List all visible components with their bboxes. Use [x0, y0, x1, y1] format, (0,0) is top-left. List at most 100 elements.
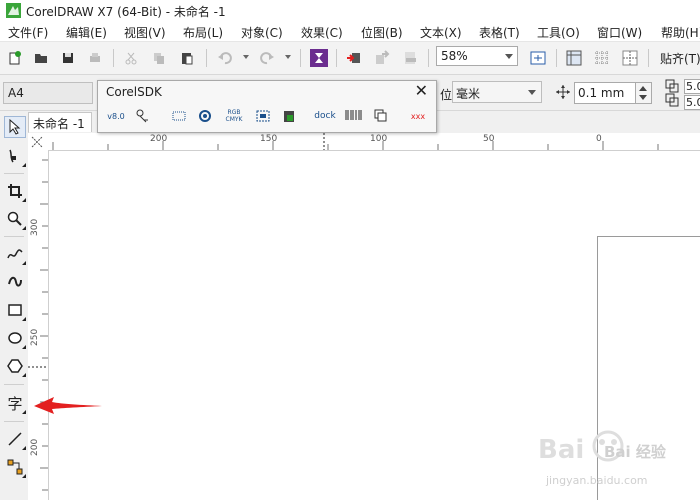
- vertical-ruler[interactable]: 300 250 200: [28, 150, 49, 500]
- menu-file[interactable]: 文件(F): [8, 24, 48, 41]
- full-screen-preview-button[interactable]: [527, 47, 549, 69]
- sdk-frame-button[interactable]: [254, 106, 272, 126]
- sdk-select-button[interactable]: [170, 106, 188, 126]
- redo-dropdown-arrow[interactable]: [285, 55, 291, 59]
- zoom-tool[interactable]: [4, 208, 26, 230]
- import-button[interactable]: [343, 47, 365, 69]
- flyout-corner-icon: [22, 373, 26, 377]
- redo-button[interactable]: [256, 47, 278, 69]
- crop-tool[interactable]: [4, 180, 26, 202]
- sdk-dock-button[interactable]: dock: [314, 106, 336, 126]
- connector-tool[interactable]: [4, 456, 26, 478]
- duplicate-x-input[interactable]: 5.0: [684, 79, 700, 94]
- guidelines-icon: [622, 50, 638, 66]
- snap-to-button[interactable]: 贴齐(T): [660, 50, 700, 67]
- chevron-down-icon: [505, 54, 513, 59]
- sdk-barcode-button[interactable]: [344, 106, 364, 126]
- show-grid-button[interactable]: [591, 47, 613, 69]
- horizontal-ruler[interactable]: 200 150 100 50 0: [48, 133, 700, 151]
- barcode-icon: [345, 110, 362, 120]
- flyout-corner-icon: [22, 261, 26, 265]
- menu-text[interactable]: 文本(X): [420, 24, 462, 41]
- cut-button[interactable]: [120, 47, 142, 69]
- menu-help[interactable]: 帮助(H): [661, 24, 700, 41]
- artistic-media-tool[interactable]: [4, 271, 26, 293]
- paste-button[interactable]: [176, 47, 198, 69]
- undo-dropdown-arrow[interactable]: [243, 55, 249, 59]
- watermark-url: jingyan.baidu.com: [546, 474, 648, 487]
- sdk-paste-button[interactable]: [280, 106, 298, 126]
- clipboard-icon: [284, 111, 294, 122]
- menu-window[interactable]: 窗口(W): [597, 24, 642, 41]
- ruler-tick-label: 200: [30, 438, 40, 456]
- menu-edit[interactable]: 编辑(E): [66, 24, 107, 41]
- copy-button[interactable]: [148, 47, 170, 69]
- nudge-distance-input[interactable]: 0.1 mm: [574, 82, 636, 104]
- sdk-convert-button[interactable]: [196, 106, 214, 126]
- pick-tool[interactable]: [4, 116, 26, 138]
- rectangle-tool[interactable]: [4, 299, 26, 321]
- shape-tool[interactable]: [4, 145, 26, 167]
- menu-view[interactable]: 视图(V): [124, 24, 166, 41]
- sdk-layers-button[interactable]: [372, 106, 390, 126]
- flyout-corner-icon: [22, 446, 26, 450]
- new-document-button[interactable]: [4, 47, 26, 69]
- publish-pdf-button[interactable]: [399, 47, 421, 69]
- menu-table[interactable]: 表格(T): [479, 24, 520, 41]
- toolbar-separator: [113, 49, 114, 67]
- ruler-tick-label: 250: [30, 328, 40, 346]
- toolbar-separator: [206, 49, 207, 67]
- search-content-button[interactable]: [308, 47, 330, 69]
- show-guidelines-button[interactable]: [619, 47, 641, 69]
- freehand-tool[interactable]: [4, 243, 26, 265]
- units-select[interactable]: 毫米: [452, 81, 542, 103]
- print-button[interactable]: [84, 47, 106, 69]
- flyout-corner-icon: [22, 410, 26, 414]
- print-icon: [90, 53, 100, 62]
- sdk-delete-button[interactable]: xxx: [408, 106, 428, 126]
- ruler-tick-label: 0: [596, 134, 602, 144]
- sdk-tool-button[interactable]: [134, 106, 152, 126]
- ruler-tick-label: 100: [370, 134, 388, 144]
- document-tab[interactable]: 未命名 -1: [28, 112, 92, 132]
- open-button[interactable]: [30, 47, 52, 69]
- text-tool-icon: 字: [7, 394, 23, 413]
- menu-bitmap[interactable]: 位图(B): [361, 24, 403, 41]
- text-tool[interactable]: 字: [4, 392, 26, 414]
- sdk-rgb-cmyk-button[interactable]: RGB CMYK: [222, 106, 246, 126]
- zoom-level-select[interactable]: 58%: [436, 46, 518, 66]
- nudge-distance-stepper[interactable]: [636, 82, 652, 104]
- duplicate-y-input[interactable]: 5.0: [684, 95, 700, 110]
- parallel-dimension-tool[interactable]: [4, 428, 26, 450]
- menu-layout[interactable]: 布局(L): [183, 24, 223, 41]
- flyout-corner-icon: [22, 198, 26, 202]
- sdk-version-button[interactable]: v8.0: [106, 106, 126, 126]
- toolbox-separator: [4, 173, 24, 174]
- ruler-tick-label: 50: [483, 134, 495, 144]
- page-size-select[interactable]: A4: [3, 82, 93, 104]
- undo-icon: [218, 52, 232, 65]
- gear-key-icon: [136, 109, 148, 123]
- save-button[interactable]: [57, 47, 79, 69]
- folder-open-icon: [35, 54, 47, 63]
- export-button[interactable]: [371, 47, 393, 69]
- close-icon[interactable]: ✕: [415, 81, 428, 100]
- annotation-arrow: [34, 397, 102, 414]
- title-bar: CorelDRAW X7 (64-Bit) - 未命名 -1: [0, 0, 700, 22]
- undo-button[interactable]: [214, 47, 236, 69]
- menu-object[interactable]: 对象(C): [241, 24, 283, 41]
- corelsdk-toolbar[interactable]: CorelSDK ✕ v8.0 RGB CMYK dock xxx: [97, 80, 437, 133]
- ruler-origin[interactable]: [28, 133, 48, 150]
- frame-icon: [256, 110, 270, 122]
- menu-effects[interactable]: 效果(C): [301, 24, 343, 41]
- menu-bar: 文件(F) 编辑(E) 视图(V) 布局(L) 对象(C) 效果(C) 位图(B…: [0, 22, 700, 42]
- rulers-icon: [566, 50, 582, 66]
- chevron-down-icon: [639, 95, 647, 100]
- nudge-distance-icon: [556, 85, 570, 102]
- show-rulers-button[interactable]: [563, 47, 585, 69]
- ellipse-tool[interactable]: [4, 327, 26, 349]
- menu-tools[interactable]: 工具(O): [537, 24, 580, 41]
- polygon-tool[interactable]: [4, 355, 26, 377]
- polygon-icon: [7, 359, 23, 373]
- window-title: CorelDRAW X7 (64-Bit) - 未命名 -1: [26, 5, 226, 19]
